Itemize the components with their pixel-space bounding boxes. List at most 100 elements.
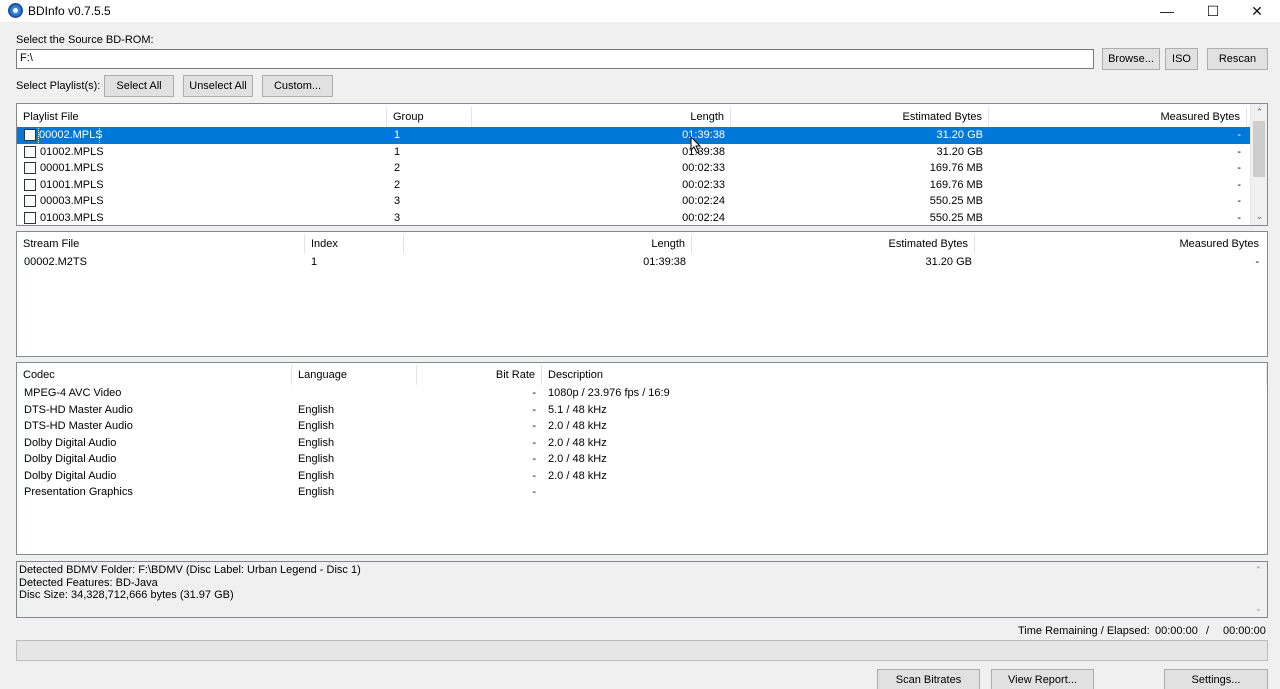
- col-measured-bytes[interactable]: Measured Bytes: [989, 107, 1247, 127]
- playlist-group: 1: [394, 129, 401, 141]
- playlist-checkbox[interactable]: [24, 145, 36, 158]
- codec-row[interactable]: Dolby Digital Audio English - 2.0 / 48 k…: [17, 435, 1267, 452]
- codec-list[interactable]: Codec Language Bit Rate Description MPEG…: [16, 362, 1268, 555]
- playlist-row[interactable]: 00003.MPLS 3 00:02:24 550.25 MB -: [17, 193, 1250, 210]
- settings-button[interactable]: Settings...: [1164, 669, 1268, 689]
- custom-button[interactable]: Custom...: [262, 75, 333, 97]
- codec-bitrate: -: [532, 469, 536, 482]
- close-button[interactable]: ✕: [1234, 0, 1280, 22]
- playlist-length: 00:02:24: [682, 211, 725, 224]
- playlist-scrollbar[interactable]: ⌃ ⌄: [1250, 104, 1267, 225]
- iso-button[interactable]: ISO: [1165, 48, 1198, 70]
- window-title: BDInfo v0.7.5.5: [28, 4, 111, 18]
- playlist-list[interactable]: Playlist File Group Length Estimated Byt…: [16, 103, 1268, 226]
- col-stream-estimated[interactable]: Estimated Bytes: [692, 234, 975, 254]
- playlist-measured: -: [1237, 178, 1241, 191]
- codec-name: DTS-HD Master Audio: [24, 403, 133, 416]
- col-index[interactable]: Index: [305, 234, 404, 254]
- playlist-measured: -: [1237, 211, 1241, 224]
- report-textbox[interactable]: Detected BDMV Folder: F:\BDMV (Disc Labe…: [16, 561, 1268, 618]
- codec-bitrate: -: [532, 387, 536, 399]
- scroll-up-arrow-icon[interactable]: ⌃: [1250, 562, 1267, 579]
- stream-row[interactable]: 00002.M2TS 1 01:39:38 31.20 GB -: [17, 254, 1267, 271]
- col-description[interactable]: Description: [542, 365, 1267, 385]
- source-label: Select the Source BD-ROM:: [16, 34, 154, 46]
- source-path-input[interactable]: F:\: [16, 49, 1094, 69]
- codec-name: Dolby Digital Audio: [24, 436, 117, 449]
- playlist-checkbox[interactable]: [24, 162, 36, 174]
- playlist-length: 01:39:38: [682, 129, 725, 141]
- playlist-length: 00:02:24: [682, 195, 725, 207]
- codec-name: MPEG-4 AVC Video: [24, 387, 122, 399]
- playlist-measured: -: [1237, 129, 1241, 141]
- time-elapsed-value: 00:00:00: [1223, 625, 1266, 637]
- report-line: Disc Size: 34,328,712,666 bytes (31.97 G…: [19, 589, 234, 601]
- col-stream-measured[interactable]: Measured Bytes: [975, 234, 1265, 254]
- mouse-cursor-icon: [690, 136, 702, 154]
- maximize-button[interactable]: ☐: [1190, 0, 1236, 22]
- playlist-checkbox[interactable]: [24, 195, 36, 207]
- playlist-group: 2: [394, 178, 401, 191]
- scan-progress-bar: [16, 640, 1268, 661]
- scrollbar-thumb[interactable]: [1253, 121, 1265, 177]
- codec-description: 2.0 / 48 kHz: [548, 436, 607, 449]
- stream-list[interactable]: Stream File Index Length Estimated Bytes…: [16, 231, 1268, 357]
- stream-file: 00002.M2TS: [24, 256, 87, 268]
- col-length[interactable]: Length: [472, 107, 731, 127]
- codec-row[interactable]: DTS-HD Master Audio English - 2.0 / 48 k…: [17, 418, 1267, 435]
- playlist-row[interactable]: 01002.MPLS 1 01:39:38 31.20 GB -: [17, 144, 1250, 161]
- codec-bitrate: -: [532, 420, 536, 432]
- codec-name: Dolby Digital Audio: [24, 453, 117, 465]
- col-stream-length[interactable]: Length: [404, 234, 692, 254]
- codec-description: 2.0 / 48 kHz: [548, 453, 607, 465]
- codec-row[interactable]: DTS-HD Master Audio English - 5.1 / 48 k…: [17, 402, 1267, 419]
- browse-button[interactable]: Browse...: [1102, 48, 1160, 70]
- rescan-button[interactable]: Rescan: [1207, 48, 1268, 70]
- col-stream-file[interactable]: Stream File: [17, 234, 305, 254]
- col-playlist-file[interactable]: Playlist File: [17, 107, 387, 127]
- playlist-group: 3: [394, 195, 401, 207]
- playlist-row[interactable]: 00001.MPLS 2 00:02:33 169.76 MB -: [17, 160, 1250, 177]
- playlist-group: 3: [394, 211, 401, 224]
- codec-row[interactable]: MPEG-4 AVC Video - 1080p / 23.976 fps / …: [17, 385, 1267, 402]
- col-estimated-bytes[interactable]: Estimated Bytes: [731, 107, 989, 127]
- scan-bitrates-button[interactable]: Scan Bitrates: [877, 669, 980, 689]
- playlist-group: 2: [394, 162, 401, 174]
- playlist-row[interactable]: 01003.MPLS 3 00:02:24 550.25 MB -: [17, 210, 1250, 226]
- codec-row[interactable]: Dolby Digital Audio English - 2.0 / 48 k…: [17, 451, 1267, 468]
- report-line: Detected Features: BD-Java: [19, 576, 158, 589]
- codec-row[interactable]: Dolby Digital Audio English - 2.0 / 48 k…: [17, 468, 1267, 485]
- playlist-row[interactable]: 01001.MPLS 2 00:02:33 169.76 MB -: [17, 177, 1250, 194]
- playlist-file: 01001.MPLS: [40, 178, 104, 191]
- stream-length: 01:39:38: [643, 256, 686, 268]
- codec-language: English: [298, 453, 335, 465]
- playlist-estimated: 169.76 MB: [929, 162, 983, 174]
- report-scrollbar[interactable]: ⌃ ⌄: [1250, 562, 1267, 617]
- codec-bitrate: -: [532, 453, 536, 465]
- playlist-checkbox[interactable]: [24, 129, 36, 141]
- playlist-row[interactable]: 00002.MPLS 1 01:39:38 31.20 GB -: [17, 126, 1250, 145]
- col-language[interactable]: Language: [292, 365, 417, 385]
- codec-row[interactable]: Presentation Graphics English -: [17, 484, 1267, 501]
- playlist-length: 01:39:38: [682, 145, 725, 158]
- col-bitrate[interactable]: Bit Rate: [417, 365, 542, 385]
- playlist-length: 00:02:33: [682, 178, 725, 191]
- codec-name: Dolby Digital Audio: [24, 469, 117, 482]
- minimize-button[interactable]: —: [1144, 0, 1190, 22]
- playlist-checkbox[interactable]: [24, 211, 36, 224]
- codec-description: 2.0 / 48 kHz: [548, 469, 607, 482]
- scroll-down-arrow-icon[interactable]: ⌄: [1250, 600, 1267, 617]
- scroll-down-arrow-icon[interactable]: ⌄: [1251, 208, 1267, 225]
- codec-language: English: [298, 486, 335, 498]
- col-codec[interactable]: Codec: [17, 365, 292, 385]
- col-group[interactable]: Group: [387, 107, 472, 127]
- scroll-up-arrow-icon[interactable]: ⌃: [1251, 104, 1267, 121]
- codec-name: DTS-HD Master Audio: [24, 420, 133, 432]
- playlist-header: Playlist File Group Length Estimated Byt…: [17, 107, 1267, 127]
- playlist-checkbox[interactable]: [24, 178, 36, 191]
- stream-header: Stream File Index Length Estimated Bytes…: [17, 234, 1267, 254]
- playlist-group: 1: [394, 145, 401, 158]
- select-all-button[interactable]: Select All: [104, 75, 174, 97]
- view-report-button[interactable]: View Report...: [991, 669, 1094, 689]
- unselect-all-button[interactable]: Unselect All: [183, 75, 253, 97]
